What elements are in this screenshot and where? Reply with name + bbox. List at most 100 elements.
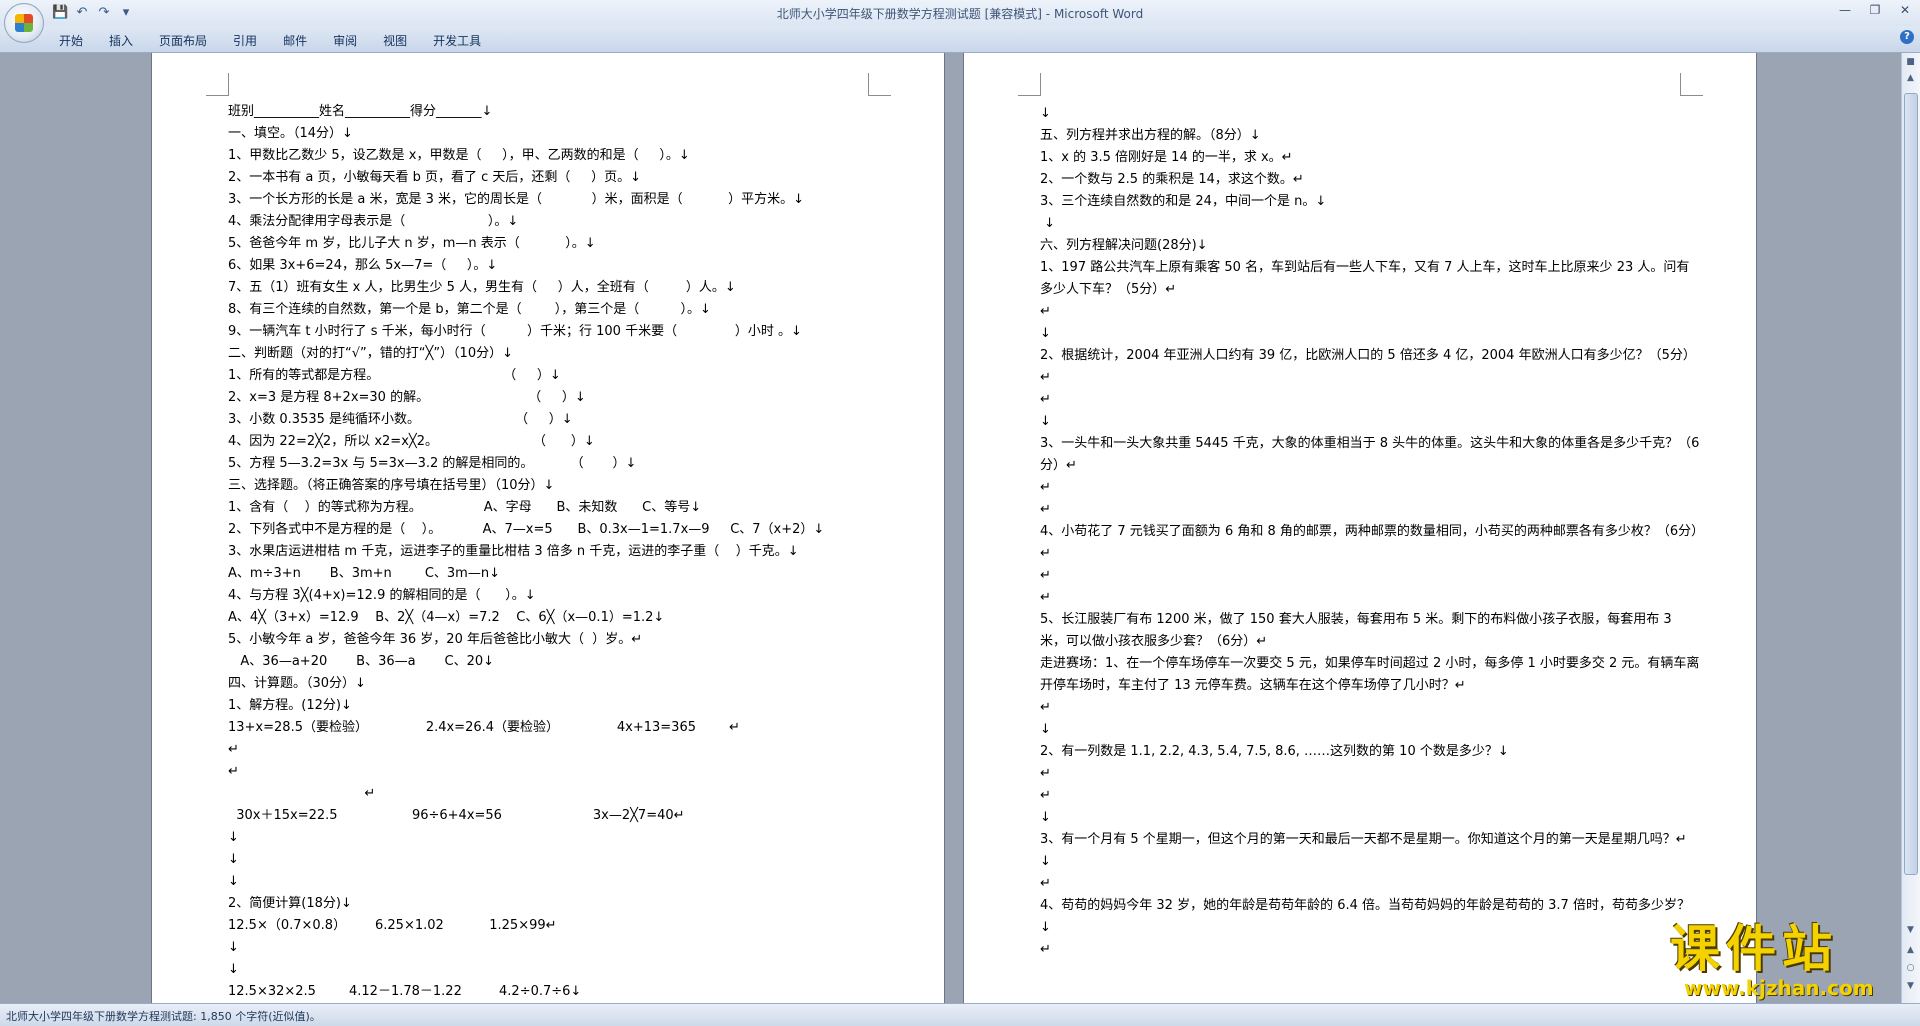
scroll-thumb[interactable]: [1904, 93, 1918, 875]
page-right: ↓ 五、列方程并求出方程的解。（8分）↓ 1、x 的 3.5 倍刚好是 14 的一半…: [964, 53, 1756, 1003]
select-browse-object-icon[interactable]: ○: [1904, 961, 1917, 975]
document-line: 4、乘法分配律用字母表示是（ ）。↓: [228, 214, 519, 229]
document-line: 4、与方程 3╳(4+x)=12.9 的解相同的是（ ）。↓: [228, 588, 536, 603]
window-controls: — ❐ ✕: [1830, 0, 1920, 20]
vertical-scrollbar[interactable]: ■ ▲ ▼ ▲ ○ ▼: [1901, 53, 1920, 1003]
document-line: 2、一本书有 a 页，小敏每天看 b 页，看了 c 天后，还剩（ ）页。↓: [228, 170, 641, 185]
scroll-down-icon[interactable]: ▼: [1904, 923, 1917, 937]
document-line: ↵: [1040, 876, 1051, 891]
document-line: 3、一个长方形的长是 a 米，宽是 3 米，它的周长是（ ）米，面积是（ ）平方…: [228, 192, 804, 207]
document-line: 六、列方程解决问题(28分)↓: [1040, 238, 1208, 253]
document-line: ↵: [1040, 304, 1051, 319]
close-icon[interactable]: ✕: [1890, 0, 1920, 20]
document-line: ↓: [228, 830, 239, 845]
document-line: 3、小数 0.3535 是纯循环小数。 （ ）↓: [228, 412, 573, 427]
tab-mailings[interactable]: 邮件: [270, 30, 320, 50]
ribbon-tabs: 开始 插入 页面布局 引用 邮件 审阅 视图 开发工具: [46, 30, 494, 50]
document-line: ↵: [1040, 700, 1051, 715]
previous-page-icon[interactable]: ▲: [1904, 943, 1917, 957]
document-line: 4、因为 22=2╳2，所以 x2=x╳2。 （ ）↓: [228, 434, 595, 449]
tab-home[interactable]: 开始: [46, 30, 96, 50]
document-line: 2、x=3 是方程 8+2x=30 的解。 （ ）↓: [228, 390, 586, 405]
document-line: ↵: [1040, 788, 1051, 803]
document-line: ↵: [1040, 392, 1051, 407]
document-line: 4、苟苟的妈妈今年 32 岁，她的年龄是苟苟年龄的 6.4 倍。当苟苟妈妈的年龄…: [1040, 898, 1690, 935]
crop-mark: [868, 73, 891, 96]
help-icon[interactable]: ?: [1900, 30, 1914, 44]
document-line: 1、197 路公共汽车上原有乘客 50 名，车到站后有一些人下车，又有 7 人上…: [1040, 260, 1690, 297]
document-line: 5、方程 5—3.2=3x 与 5=3x—3.2 的解是相同的。 （ ）↓: [228, 456, 637, 471]
document-line: ↓: [1040, 106, 1051, 121]
document-line: ↓: [228, 874, 239, 889]
document-line: ↓: [228, 940, 239, 955]
status-bar: 北师大小学四年级下册数学方程测试题: 1,850 个字符(近似值)。: [0, 1003, 1920, 1026]
document-line: ↵: [1040, 480, 1051, 495]
restore-icon[interactable]: ❐: [1860, 0, 1890, 20]
scroll-up-icon[interactable]: ▲: [1904, 71, 1917, 85]
document-line: ↵: [228, 764, 239, 779]
tab-review[interactable]: 审阅: [320, 30, 370, 50]
document-line: ↓: [228, 962, 239, 977]
document-line: 3、三个连续自然数的和是 24，中间一个是 n。↓: [1040, 194, 1327, 209]
tab-developer[interactable]: 开发工具: [420, 30, 494, 50]
title-bar: 💾 ↶ ↷ ▾ 北师大小学四年级下册数学方程测试题 [兼容模式] - Micro…: [0, 0, 1920, 43]
crop-mark: [206, 73, 229, 96]
tab-insert[interactable]: 插入: [96, 30, 146, 50]
document-line: A、m÷3+n B、3m+n C、3m—n↓: [228, 566, 500, 581]
document-area: 班别__________姓名__________得分_______↓ 一、填空。（…: [0, 53, 1902, 1003]
crop-mark: [1680, 73, 1703, 96]
document-line: 走进赛场：1、在一个停车场停车一次要交 5 元，如果停车时间超过 2 小时，每多…: [1040, 656, 1700, 693]
document-line: ↓: [228, 852, 239, 867]
document-line: ↵: [1040, 942, 1051, 957]
document-line: ↓: [1040, 414, 1051, 429]
document-line: 5、爸爸今年 m 岁，比儿子大 n 岁，m—n 表示（ ）。↓: [228, 236, 596, 251]
document-line: 1、甲数比乙数少 5，设乙数是 x，甲数是（ ），甲、乙两数的和是（ ）。↓: [228, 148, 690, 163]
document-line: ↓: [1040, 326, 1051, 341]
document-line: 5、小敏今年 a 岁，爸爸今年 36 岁，20 年后爸爸比小敏大（ ）岁。↵: [228, 632, 643, 647]
document-line: ↵: [1040, 502, 1051, 517]
document-line: 三、选择题。（将正确答案的序号填在括号里）（10分）↓: [228, 478, 555, 493]
next-page-icon[interactable]: ▼: [1904, 979, 1917, 993]
tab-page-layout[interactable]: 页面布局: [146, 30, 220, 50]
crop-mark: [1018, 73, 1041, 96]
watermark-url: www.kjzhan.com: [1684, 976, 1874, 1000]
document-line: ↓: [1040, 722, 1051, 737]
document-line: ↵: [228, 742, 239, 757]
office-button[interactable]: [4, 3, 44, 43]
document-line: 1、所有的等式都是方程。 （ ）↓: [228, 368, 561, 383]
document-line: 4、小苟花了 7 元钱买了面额为 6 角和 8 角的邮票，两种邮票的数量相同，小…: [1040, 524, 1698, 561]
left-page-text[interactable]: 班别__________姓名__________得分_______↓ 一、填空。（…: [228, 101, 868, 1003]
ruler-toggle-icon[interactable]: ■: [1904, 55, 1917, 69]
document-line: A、4╳（3+x）=12.9 B、2╳（4—x）=7.2 C、6╳（x—0.1）…: [228, 610, 665, 625]
document-line: 8、有三个连续的自然数，第一个是 b，第二个是（ ），第三个是（ ）。↓: [228, 302, 711, 317]
document-line: 3、一头牛和一头大象共重 5445 千克，大象的体重相当于 8 头牛的体重。这头…: [1040, 436, 1700, 473]
ribbon: 开始 插入 页面布局 引用 邮件 审阅 视图 开发工具 ?: [0, 26, 1920, 53]
document-line: 9、一辆汽车 t 小时行了 s 千米，每小时行（ ）千米；行 100 千米要（ …: [228, 324, 802, 339]
status-text: 北师大小学四年级下册数学方程测试题: 1,850 个字符(近似值)。: [6, 1010, 321, 1023]
document-line: 一、填空。（14分）↓: [228, 126, 353, 141]
document-line: 6、如果 3x+6=24，那么 5x—7=（ ）。↓: [228, 258, 498, 273]
document-line: 3、水果店运进柑桔 m 千克，运进李子的重量比柑桔 3 倍多 n 千克，运进的李…: [228, 544, 799, 559]
document-line: ↓: [1040, 216, 1056, 231]
document-line: 30x＋15x=22.5 96÷6+4x=56 3x—2╳7=40↵: [228, 808, 685, 823]
right-page-text[interactable]: ↓ 五、列方程并求出方程的解。（8分）↓ 1、x 的 3.5 倍刚好是 14 的一半…: [1040, 103, 1700, 961]
watermark-logo: 课件站 www.kjzhan.com: [1670, 922, 1896, 1002]
office-logo-icon: [15, 14, 33, 32]
app-name: Microsoft Word: [1053, 7, 1144, 21]
document-line: 12.5×32×2.5 4.12－1.78－1.22 4.2÷0.7÷6↓: [228, 984, 582, 999]
document-line: 2、根据统计，2004 年亚洲人口约有 39 亿，比欧洲人口的 5 倍还多 4 …: [1040, 348, 1696, 385]
minimize-icon[interactable]: —: [1830, 0, 1860, 20]
document-line: 2、下列各式中不是方程的是（ ）。 A、7—x=5 B、0.3x—1=1.7x—…: [228, 522, 825, 537]
document-line: 12.5×（0.7×0.8） 6.25×1.02 1.25×99↵: [228, 918, 557, 933]
document-line: 二、判断题（对的打“√”，错的打“╳”）（10分）↓: [228, 346, 513, 361]
page-left: 班别__________姓名__________得分_______↓ 一、填空。（…: [152, 53, 944, 1003]
document-line: 7、五（1）班有女生 x 人，比男生少 5 人，男生有（ ）人，全班有（ ）人。…: [228, 280, 736, 295]
tab-references[interactable]: 引用: [220, 30, 270, 50]
document-line: ↵: [1040, 766, 1051, 781]
window-title: 北师大小学四年级下册数学方程测试题 [兼容模式] - Microsoft Wor…: [0, 5, 1920, 22]
document-line: ↓: [1040, 810, 1051, 825]
tab-view[interactable]: 视图: [370, 30, 420, 50]
document-line: 3、有一个月有 5 个星期一，但这个月的第一天和最后一天都不是星期一。你知道这个…: [1040, 832, 1687, 847]
document-line: A、36—a+20 B、36—a C、20↓: [228, 654, 495, 669]
title-separator: -: [1041, 7, 1054, 21]
